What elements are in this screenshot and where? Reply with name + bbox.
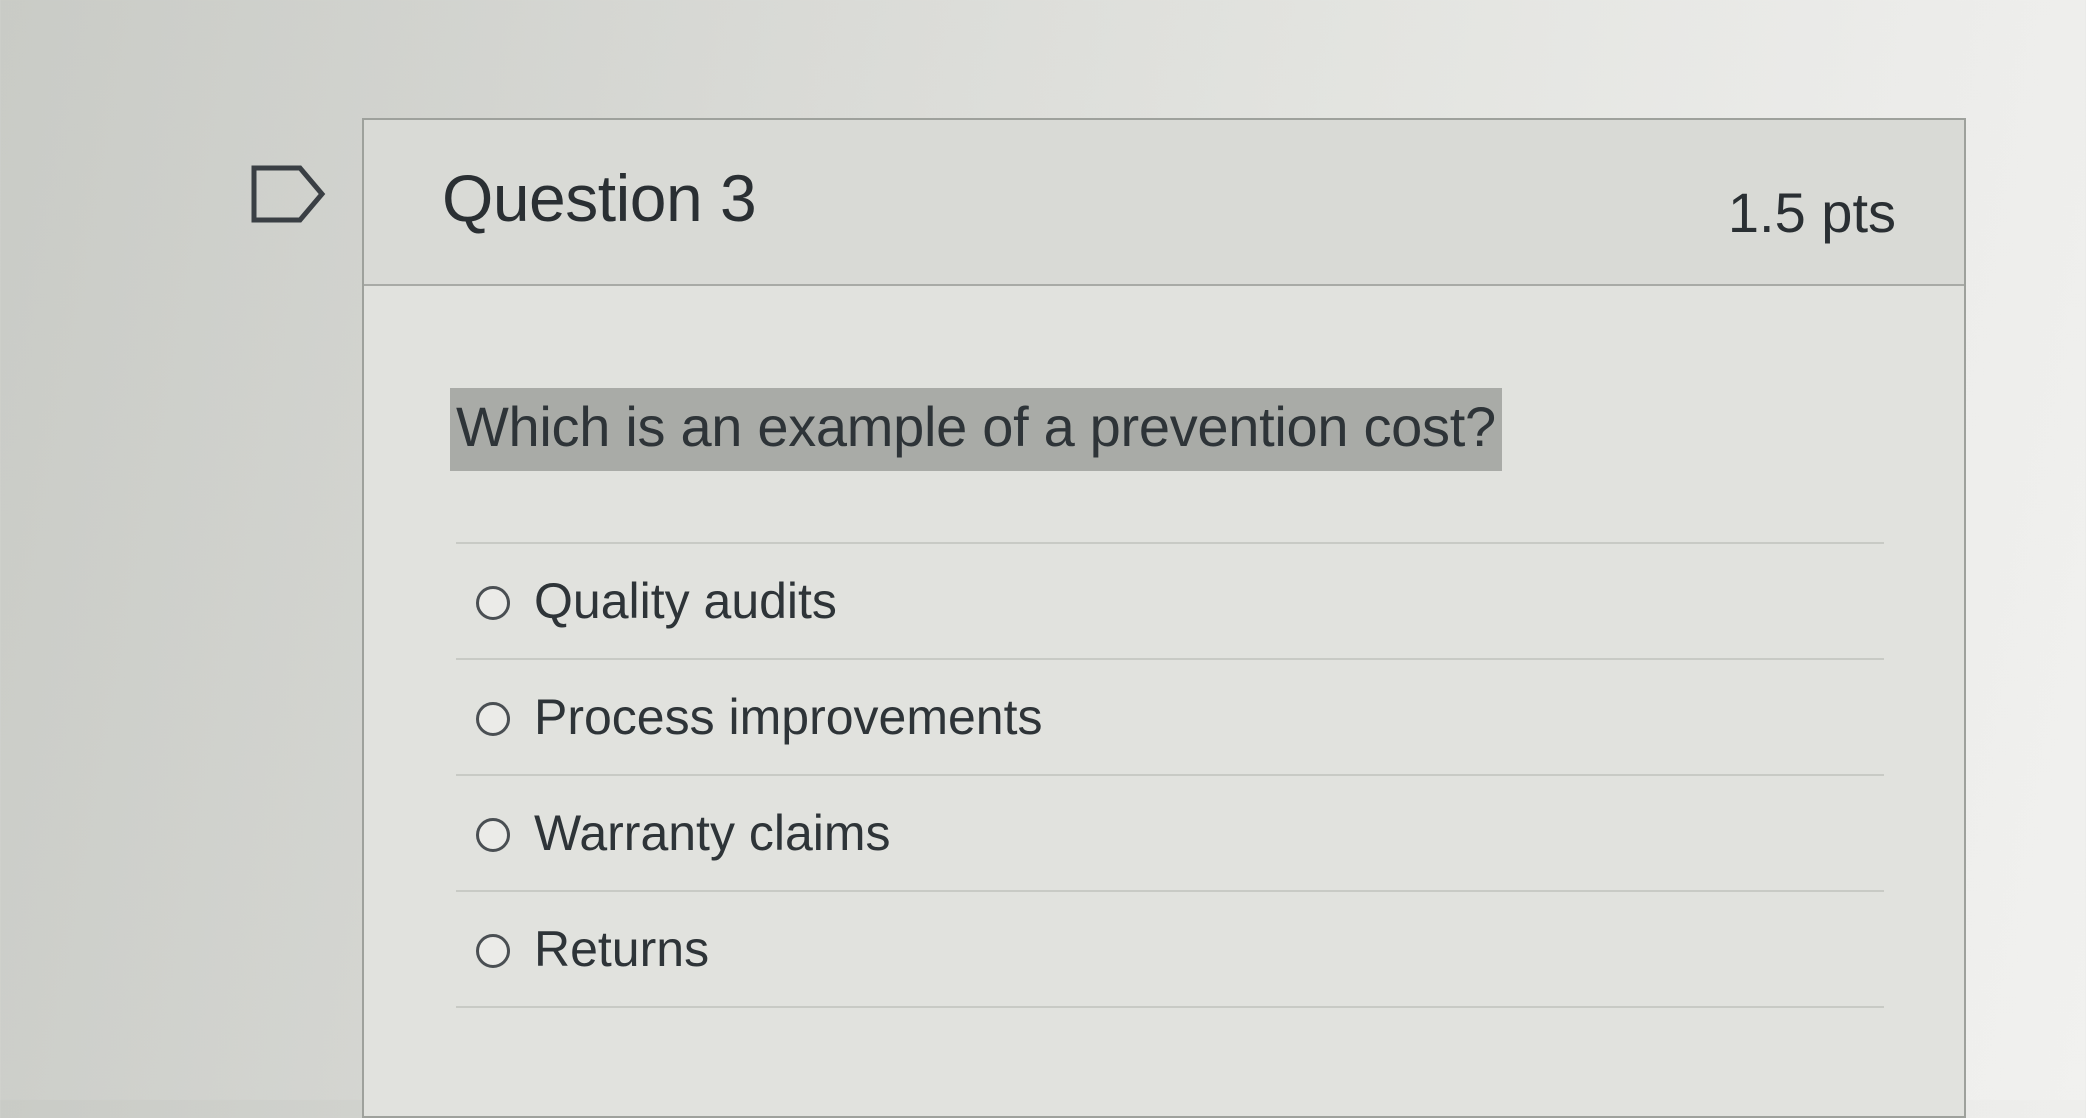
flag-question-icon[interactable]	[250, 164, 326, 224]
answer-label[interactable]: Returns	[534, 920, 709, 978]
question-header: Question 3 1.5 pts	[364, 120, 1964, 286]
answer-radio[interactable]	[476, 586, 510, 620]
answer-option-process-improvements[interactable]: Process improvements	[456, 660, 1884, 776]
answer-option-returns[interactable]: Returns	[456, 892, 1884, 1008]
answer-label[interactable]: Warranty claims	[534, 804, 891, 862]
answer-radio[interactable]	[476, 702, 510, 736]
question-title: Question 3	[442, 161, 757, 235]
question-text: Which is an example of a prevention cost…	[450, 388, 1502, 471]
question-card: Question 3 1.5 pts Which is an example o…	[362, 118, 1966, 1118]
answer-option-quality-audits[interactable]: Quality audits	[456, 544, 1884, 660]
question-points: 1.5 pts	[1727, 181, 1896, 244]
answer-label[interactable]: Quality audits	[534, 572, 837, 630]
answer-list: Quality audits Process improvements Warr…	[456, 542, 1884, 1008]
answer-radio[interactable]	[476, 818, 510, 852]
answer-option-warranty-claims[interactable]: Warranty claims	[456, 776, 1884, 892]
answer-radio[interactable]	[476, 934, 510, 968]
answer-label[interactable]: Process improvements	[534, 688, 1043, 746]
